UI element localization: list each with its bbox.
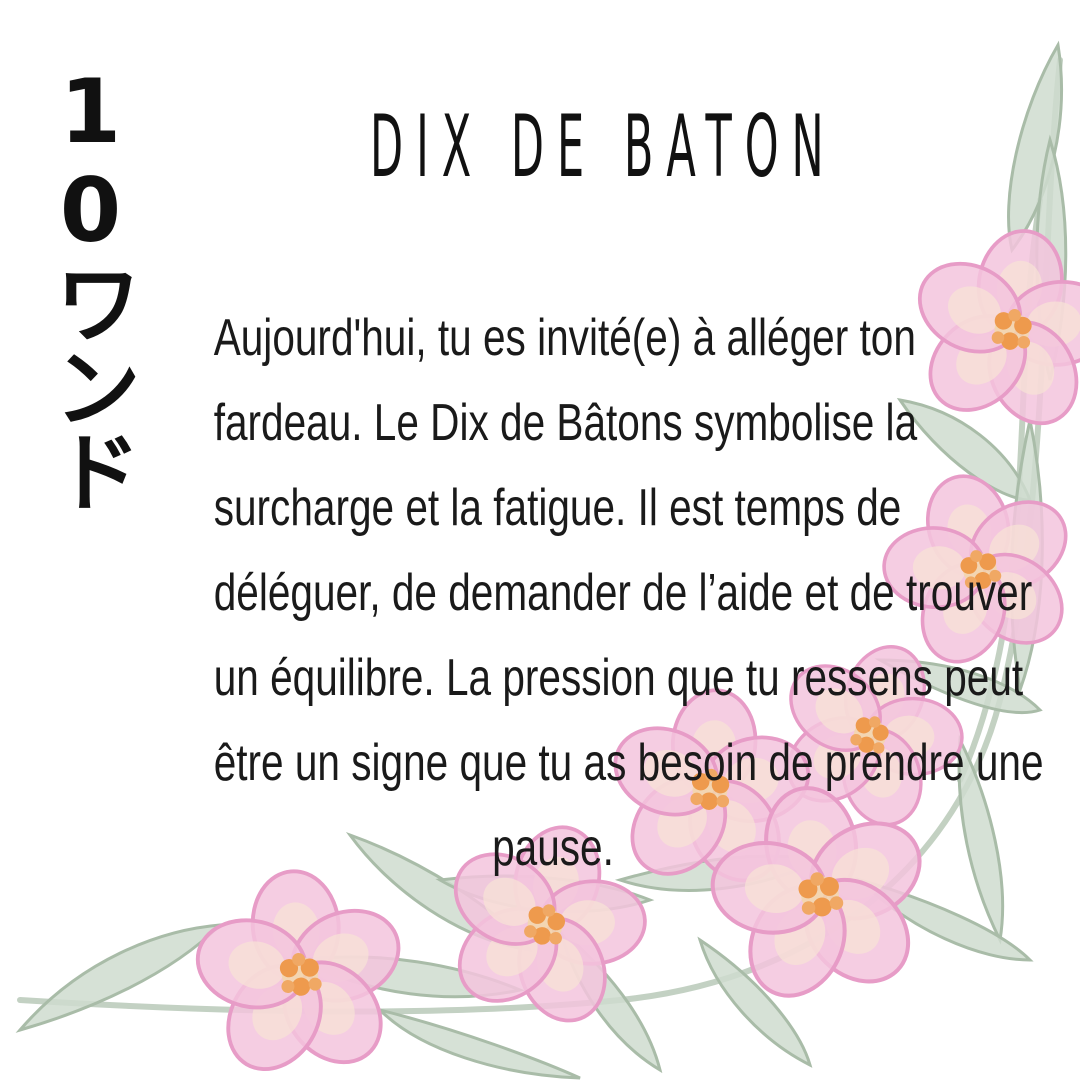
card-description: Aujourd'hui, tu es invité(e) à alléger t… <box>118 296 1044 891</box>
tarot-card: 10ワンド DIX DE BATON Aujourd'hui, tu es in… <box>0 0 1080 1080</box>
description-line: Aujourd'hui, tu es invité(e) à alléger t… <box>213 309 916 367</box>
description-line: déléguer, de demander de l’aide et de tr… <box>213 564 1033 622</box>
card-title: DIX DE BATON <box>370 97 837 197</box>
description-line: un équilibre. La pression que tu ressens… <box>213 649 1024 707</box>
description-line: surcharge et la fatigue. Il est temps de <box>213 479 902 537</box>
description-line: être un signe que tu as besoin de prendr… <box>213 734 1044 792</box>
description-line: fardeau. Le Dix de Bâtons symbolise la <box>213 394 918 452</box>
description-line: pause. <box>492 819 614 877</box>
